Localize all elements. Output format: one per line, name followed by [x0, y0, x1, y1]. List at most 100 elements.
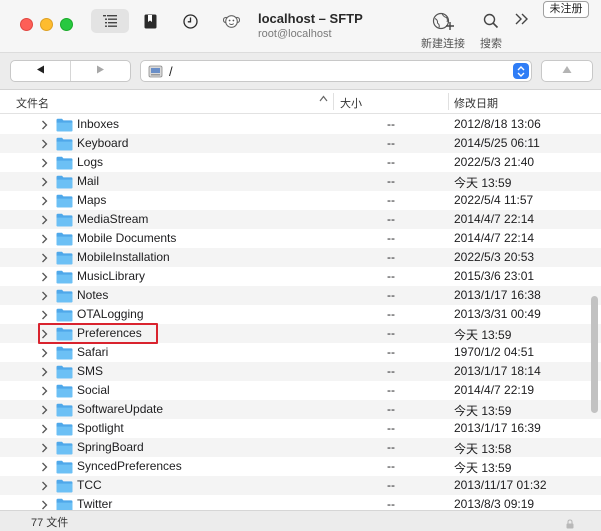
file-row[interactable]: Mail -- 今天 13:59	[0, 172, 601, 191]
file-row[interactable]: SpringBoard -- 今天 13:58	[0, 438, 601, 457]
file-name: OTALogging	[77, 307, 144, 321]
file-modified-date: 今天 13:58	[454, 442, 512, 456]
folder-icon	[56, 422, 73, 439]
file-modified-date: 2013/3/31 00:49	[454, 307, 541, 321]
file-modified-date: 今天 13:59	[454, 176, 512, 190]
disclosure-chevron-icon[interactable]	[41, 157, 48, 171]
close-window-button[interactable]	[20, 18, 33, 31]
file-row[interactable]: Keyboard -- 2014/5/25 06:11	[0, 134, 601, 153]
unregistered-badge[interactable]: 未注册	[543, 1, 589, 18]
file-modified-date: 2013/1/17 18:14	[454, 364, 541, 378]
disclosure-chevron-icon[interactable]	[41, 347, 48, 361]
bookmarks-button[interactable]	[138, 9, 162, 33]
file-row[interactable]: Notes -- 2013/1/17 16:38	[0, 286, 601, 305]
disclosure-chevron-icon[interactable]	[41, 214, 48, 228]
file-row[interactable]: MediaStream -- 2014/4/7 22:14	[0, 210, 601, 229]
outline-view-button[interactable]	[91, 9, 129, 33]
chevron-double-right-icon	[514, 13, 530, 31]
disclosure-chevron-icon[interactable]	[41, 366, 48, 380]
column-header-modified[interactable]: 修改日期	[454, 95, 498, 111]
history-button[interactable]	[178, 9, 202, 33]
disclosure-chevron-icon[interactable]	[41, 461, 48, 475]
file-name: SoftwareUpdate	[77, 402, 164, 416]
search-label: 搜索	[480, 38, 502, 50]
file-modified-date: 2013/8/3 09:19	[454, 497, 535, 510]
disclosure-chevron-icon[interactable]	[41, 271, 48, 285]
file-modified-date: 2012/8/18 13:06	[454, 117, 541, 131]
more-toolbar-button[interactable]	[514, 11, 530, 32]
file-modified-date: 1970/1/2 04:51	[454, 345, 535, 359]
column-divider[interactable]	[333, 93, 334, 110]
file-row[interactable]: TCC -- 2013/11/17 01:32	[0, 476, 601, 495]
column-divider[interactable]	[448, 93, 449, 110]
minimize-window-button[interactable]	[40, 18, 53, 31]
file-row[interactable]: SMS -- 2013/1/17 18:14	[0, 362, 601, 381]
file-row[interactable]: Preferences -- 今天 13:59	[0, 324, 601, 343]
path-dropdown[interactable]: /	[140, 60, 532, 82]
disclosure-chevron-icon[interactable]	[41, 233, 48, 247]
folder-icon	[56, 384, 73, 401]
file-row[interactable]: Twitter -- 2013/8/3 09:19	[0, 495, 601, 510]
disclosure-chevron-icon[interactable]	[41, 138, 48, 152]
file-row[interactable]: Safari -- 1970/1/2 04:51	[0, 343, 601, 362]
file-row[interactable]: OTALogging -- 2013/3/31 00:49	[0, 305, 601, 324]
folder-icon	[56, 441, 73, 458]
file-name: MusicLibrary	[77, 269, 146, 283]
file-row[interactable]: Inboxes -- 2012/8/18 13:06	[0, 115, 601, 134]
disclosure-chevron-icon[interactable]	[41, 119, 48, 133]
file-size: --	[387, 117, 395, 131]
parent-directory-button[interactable]	[541, 60, 593, 82]
file-modified-date: 2013/11/17 01:32	[454, 478, 547, 492]
file-row[interactable]: MusicLibrary -- 2015/3/6 23:01	[0, 267, 601, 286]
file-name: Keyboard	[77, 136, 129, 150]
file-modified-date: 2013/1/17 16:38	[454, 288, 541, 302]
disclosure-chevron-icon[interactable]	[41, 309, 48, 323]
disclosure-chevron-icon[interactable]	[41, 480, 48, 494]
sort-ascending-icon[interactable]	[319, 94, 328, 104]
disclosure-chevron-icon[interactable]	[41, 252, 48, 266]
forward-button[interactable]	[70, 61, 130, 81]
folder-icon	[56, 308, 73, 325]
file-size: --	[387, 136, 395, 150]
disclosure-chevron-icon[interactable]	[41, 195, 48, 209]
disclosure-chevron-icon[interactable]	[41, 328, 48, 342]
file-name: Twitter	[77, 497, 113, 510]
file-size: --	[387, 345, 395, 359]
file-row[interactable]: Mobile Documents -- 2014/4/7 22:14	[0, 229, 601, 248]
file-modified-date: 今天 13:59	[454, 404, 512, 418]
file-row[interactable]: SoftwareUpdate -- 今天 13:59	[0, 400, 601, 419]
disclosure-chevron-icon[interactable]	[41, 176, 48, 190]
file-row[interactable]: SyncedPreferences -- 今天 13:59	[0, 457, 601, 476]
file-list: Inboxes -- 2012/8/18 13:06 Keyboard -- 2014/5…	[0, 115, 601, 510]
new-connection-button[interactable]: 新建连接	[418, 10, 468, 51]
file-size: --	[387, 250, 395, 264]
column-header-name[interactable]: 文件名	[16, 95, 49, 111]
monkey-icon	[222, 14, 240, 29]
search-button[interactable]: 搜索	[478, 10, 504, 51]
disclosure-chevron-icon[interactable]	[41, 442, 48, 456]
vertical-scrollbar[interactable]	[591, 296, 598, 413]
up-arrow-icon	[562, 65, 572, 77]
file-row[interactable]: Maps -- 2022/5/4 11:57	[0, 191, 601, 210]
file-row[interactable]: Social -- 2014/4/7 22:19	[0, 381, 601, 400]
disclosure-chevron-icon[interactable]	[41, 290, 48, 304]
disclosure-chevron-icon[interactable]	[41, 423, 48, 437]
path-dropdown-stepper-icon	[513, 63, 529, 79]
file-modified-date: 今天 13:59	[454, 328, 512, 342]
disclosure-chevron-icon[interactable]	[41, 404, 48, 418]
file-row[interactable]: Logs -- 2022/5/3 21:40	[0, 153, 601, 172]
file-row[interactable]: MobileInstallation -- 2022/5/3 20:53	[0, 248, 601, 267]
disclosure-chevron-icon[interactable]	[41, 385, 48, 399]
zoom-window-button[interactable]	[60, 18, 73, 31]
disclosure-chevron-icon[interactable]	[41, 499, 48, 510]
back-button[interactable]	[11, 61, 70, 81]
file-modified-date: 2014/4/7 22:19	[454, 383, 535, 397]
column-header-size[interactable]: 大小	[340, 95, 362, 111]
file-size: --	[387, 174, 395, 188]
file-row[interactable]: Spotlight -- 2013/1/17 16:39	[0, 419, 601, 438]
file-name: MediaStream	[77, 212, 149, 226]
file-name: SpringBoard	[77, 440, 144, 454]
app-monkey-button[interactable]	[219, 9, 243, 33]
file-name: SyncedPreferences	[77, 459, 182, 473]
file-modified-date: 2022/5/3 21:40	[454, 155, 535, 169]
